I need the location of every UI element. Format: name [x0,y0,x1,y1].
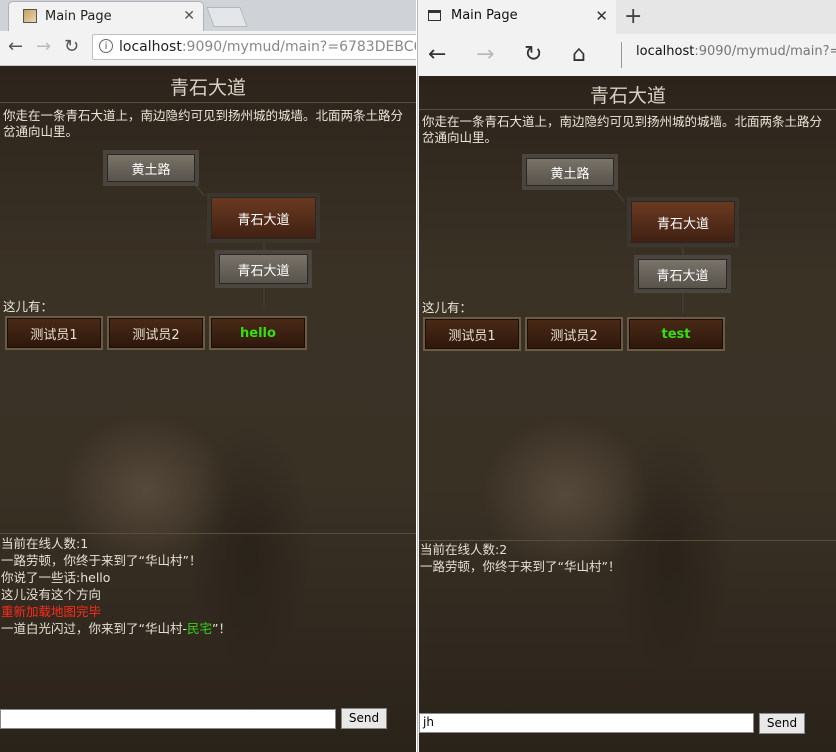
map-exit-south[interactable]: 青石大道 [215,250,312,288]
self-player-button[interactable]: test [627,317,725,351]
forward-icon[interactable]: → [36,36,51,57]
new-tab-icon[interactable]: + [624,4,642,29]
map-exit-north[interactable]: 黄土路 [103,150,199,186]
player-button[interactable]: 测试员1 [5,316,103,350]
map-link [263,287,265,307]
url-text: localhost:9090/mymud/main?=6783DEBC61 [119,39,416,55]
tab-strip: Main Page ✕ + [418,0,836,34]
tab-title: Main Page [45,9,112,24]
player-button[interactable]: 测试员1 [423,317,521,351]
message-line: 你说了一些话:hello [1,570,111,585]
address-bar[interactable]: i localhost:9090/mymud/main?=6783DEBC61 [92,34,416,60]
send-button[interactable]: Send [341,708,387,729]
map-link [682,293,684,313]
online-count: 当前在线人数:2 [420,542,508,557]
map-exit-north[interactable]: 黄土路 [522,154,618,190]
forward-icon[interactable]: → [476,42,494,67]
map-current-room: 青石大道 [207,193,320,243]
here-label: 这儿有： [3,299,54,314]
map-current-room: 青石大道 [627,197,739,247]
info-icon[interactable]: i [99,39,113,53]
divider [419,109,836,110]
reload-icon[interactable]: ↻ [64,36,79,57]
place-name: 民宅 [187,621,213,636]
message-log: 当前在线人数:1 一路劳顿，你终于来到了“华山村”！ 你说了一些话:hello … [1,535,414,637]
toolbar: ← → ↻ ⌂ localhost:9090/mymud/main?=87F6 [418,34,836,76]
message-line: 一路劳顿，你终于来到了“华山村”！ [420,559,621,574]
edge-window: Main Page ✕ + ← → ↻ ⌂ localhost:9090/mym… [417,0,836,752]
back-icon[interactable]: ← [428,42,446,67]
tab-title: Main Page [451,8,518,23]
message-line: 一路劳顿，你终于来到了“华山村”！ [1,553,202,568]
page-icon [428,10,441,21]
map-exit-south[interactable]: 青石大道 [634,255,731,293]
reload-icon[interactable]: ↻ [524,42,542,67]
player-button[interactable]: 测试员2 [107,316,205,350]
tab-main-page[interactable]: Main Page ✕ [8,1,204,31]
room-description: 你走在一条青石大道上，南边隐约可见到扬州城的城墙。北面两条土路分岔通向山里。 [422,114,823,145]
message-line: 一道白光闪过，你来到了“华山村-民宅”！ [1,621,231,636]
send-button[interactable]: Send [759,713,805,734]
self-player-button[interactable]: hello [209,316,307,350]
divider [621,42,622,68]
back-icon[interactable]: ← [8,36,23,57]
room-title: 青石大道 [169,77,246,99]
tab-main-page[interactable]: Main Page ✕ [418,0,616,34]
close-icon[interactable]: ✕ [183,8,195,24]
new-tab-button[interactable] [206,7,248,27]
divider [0,533,416,534]
message-line: 这儿没有这个方向 [1,587,102,602]
divider [0,102,416,103]
room-description: 你走在一条青石大道上，南边隐约可见到扬州城的城墙。北面两条土路分岔通向山里。 [3,108,404,139]
command-input[interactable]: jh [419,713,754,733]
system-message: 重新加载地图完毕 [1,604,102,619]
online-count: 当前在线人数:1 [1,536,89,551]
player-button[interactable]: 测试员2 [525,317,623,351]
here-label: 这儿有： [422,300,473,315]
game-panel: 青石大道 你走在一条青石大道上，南边隐约可见到扬州城的城墙。北面两条土路分岔通向… [0,66,416,752]
game-favicon-icon [23,9,37,23]
command-input[interactable] [0,709,336,729]
home-icon[interactable]: ⌂ [572,42,586,67]
chrome-window: Main Page ✕ ← → ↻ i localhost:9090/mymud… [0,0,416,752]
toolbar: ← → ↻ i localhost:9090/mymud/main?=6783D… [0,31,416,66]
game-panel: 青石大道 你走在一条青石大道上，南边隐约可见到扬州城的城墙。北面两条土路分岔通向… [419,76,836,752]
address-bar[interactable]: localhost:9090/mymud/main?=87F6 [636,44,836,59]
tab-strip: Main Page ✕ [0,0,416,31]
message-log: 当前在线人数:2 一路劳顿，你终于来到了“华山村”！ [420,541,835,575]
room-title: 青石大道 [589,85,666,107]
close-icon[interactable]: ✕ [595,7,608,25]
